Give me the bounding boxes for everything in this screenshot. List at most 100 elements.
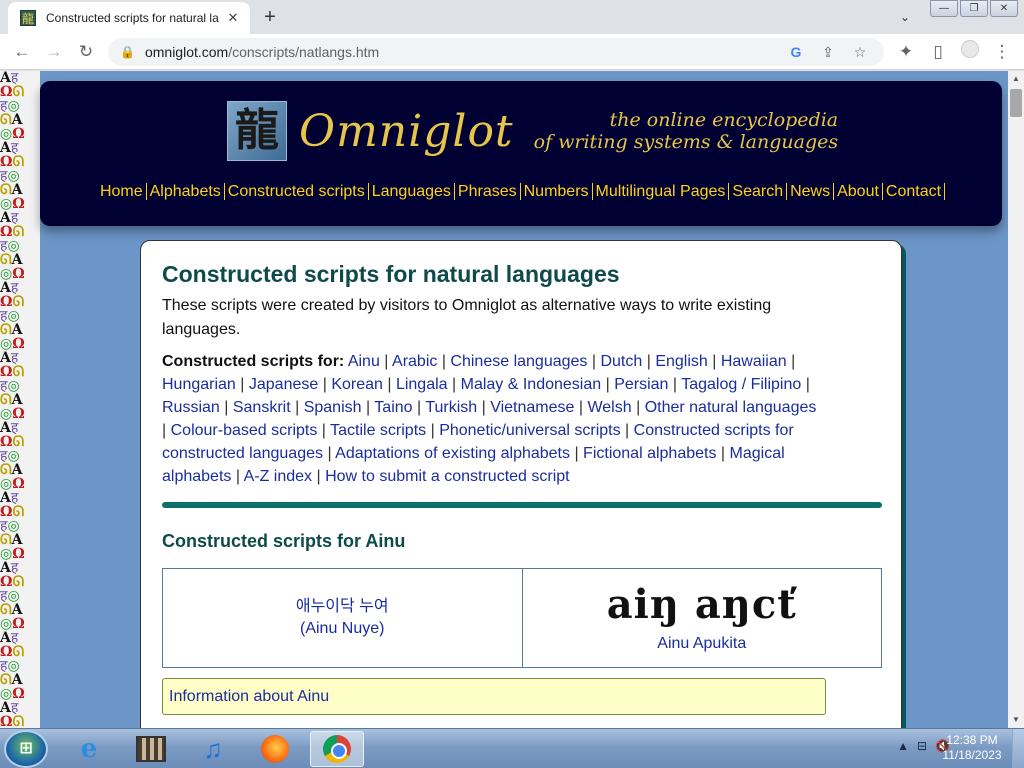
script-link-english[interactable]: English [655,353,707,370]
tab-title: Constructed scripts for natural la [46,11,219,25]
nav-link-constructed-scripts[interactable]: Constructed scripts [224,183,369,200]
script-category-links: Constructed scripts for: Ainu | Arabic |… [162,350,822,488]
nav-link-phrases[interactable]: Phrases [454,183,521,200]
script-link-persian[interactable]: Persian [614,376,668,393]
script-link-dutch[interactable]: Dutch [600,353,642,370]
script-link-sanskrit[interactable]: Sanskrit [233,399,291,416]
reload-icon[interactable]: ↻ [74,40,98,64]
script-name[interactable]: Ainu Apukita [657,633,746,655]
firefox-icon[interactable] [248,731,302,767]
profile-avatar[interactable] [958,40,982,64]
link-separator: | [631,399,645,416]
script-link-phonetic-universal-scripts[interactable]: Phonetic/universal scripts [439,422,620,439]
script-link-hawaiian[interactable]: Hawaiian [721,353,787,370]
lock-icon[interactable]: 🔒 [120,45,135,59]
script-cell-ainu-apukita[interactable]: aiŋ aŋcť Ainu Apukita [521,569,882,667]
bookmark-star-icon[interactable]: ☆ [844,44,876,61]
script-link-ainu[interactable]: Ainu [348,353,380,370]
vertical-scrollbar[interactable]: ▲ ▼ [1008,71,1024,728]
script-link-hungarian[interactable]: Hungarian [162,376,236,393]
script-link-lingala[interactable]: Lingala [396,376,448,393]
link-separator: | [447,376,461,393]
omniglot-favicon-icon: 龍 [20,10,36,26]
script-link-taino[interactable]: Taino [374,399,412,416]
scroll-down-arrow-icon[interactable]: ▼ [1008,712,1024,728]
browser-tab-active[interactable]: 龍 Constructed scripts for natural la ✕ [8,2,250,34]
script-link-malay-indonesian[interactable]: Malay & Indonesian [461,376,602,393]
link-separator: | [312,468,326,485]
script-link-korean[interactable]: Korean [331,376,383,393]
minimize-button[interactable]: — [930,0,958,17]
close-tab-icon[interactable]: ✕ [224,9,242,27]
new-tab-button[interactable]: + [258,5,282,29]
info-about-ainu-link[interactable]: Information about Ainu [162,678,826,715]
nav-link-contact[interactable]: Contact [882,183,946,200]
extensions-puzzle-icon[interactable]: ✦ [894,40,918,64]
media-center-icon[interactable] [124,731,178,767]
script-sample-image[interactable]: aiŋ aŋcť [607,581,797,629]
side-panel-icon[interactable]: ▯ [926,40,950,64]
dragon-logo-icon[interactable]: 龍 [227,101,287,161]
script-link-vietnamese[interactable]: Vietnamese [490,399,574,416]
script-link-chinese-languages[interactable]: Chinese languages [450,353,587,370]
script-link-tagalog-filipino[interactable]: Tagalog / Filipino [681,376,801,393]
script-link-welsh[interactable]: Welsh [587,399,631,416]
maximize-button[interactable]: ❐ [960,0,988,17]
menu-kebab-icon[interactable]: ⋮ [990,40,1014,64]
nav-link-news[interactable]: News [787,183,835,200]
address-bar[interactable]: 🔒 omniglot.com/conscripts/natlangs.htm G… [108,38,884,66]
script-link-spanish[interactable]: Spanish [304,399,362,416]
site-header: 龍 Omniglot the online encyclopedia of wr… [40,81,1002,226]
site-logo[interactable]: 龍 Omniglot the online encyclopedia of wr… [227,101,838,161]
nav-link-alphabets[interactable]: Alphabets [146,183,225,200]
link-separator: | [716,445,730,462]
nav-link-numbers[interactable]: Numbers [520,183,593,200]
start-button[interactable]: ⊞ [4,730,48,768]
share-icon[interactable]: ⇪ [812,44,844,61]
link-separator: | [601,376,615,393]
scripts-table: 애누이닥 누여 (Ainu Nuye) aiŋ aŋcť Ainu Apukit… [162,568,882,668]
script-link-a-z-index[interactable]: A-Z index [244,468,312,485]
nav-link-about[interactable]: About [834,183,883,200]
script-cell-ainu-nuye[interactable]: 애누이닥 누여 (Ainu Nuye) [163,569,522,667]
browser-toolbar: ← → ↻ 🔒 omniglot.com/conscripts/natlangs… [0,34,1024,70]
nav-link-search[interactable]: Search [729,183,788,200]
script-link-colour-based-scripts[interactable]: Colour-based scripts [171,422,318,439]
script-link-fictional-alphabets[interactable]: Fictional alphabets [583,445,716,462]
script-link-japanese[interactable]: Japanese [249,376,318,393]
link-separator: | [437,353,451,370]
show-desktop-button[interactable] [1012,729,1024,768]
forward-arrow-icon[interactable]: → [42,40,66,64]
google-translate-icon[interactable]: G [780,44,812,60]
script-korean-name[interactable]: 애누이닥 누여 [296,596,389,618]
section-divider [162,502,882,508]
script-link-arabic[interactable]: Arabic [392,353,437,370]
logo-wordmark[interactable]: Omniglot [299,106,514,157]
chrome-icon[interactable] [310,731,364,767]
script-link-tactile-scripts[interactable]: Tactile scripts [330,422,426,439]
link-separator: | [235,376,249,393]
itunes-icon[interactable]: ♫ [186,731,240,767]
script-link-how-to-submit-a-constructed-script[interactable]: How to submit a constructed script [325,468,570,485]
nav-link-multilingual-pages[interactable]: Multilingual Pages [592,183,730,200]
tab-search-chevron-icon[interactable]: ⌄ [894,7,916,27]
close-window-button[interactable]: ✕ [990,0,1018,17]
script-link-other-natural-languages[interactable]: Other natural languages [645,399,817,416]
script-link-turkish[interactable]: Turkish [425,399,477,416]
link-separator: | [317,422,331,439]
network-icon[interactable]: ⊟ [917,739,927,753]
main-navigation: Home Alphabets Constructed scripts Language… [40,183,1002,201]
system-clock[interactable]: 12:38 PM 11/18/2023 [940,733,1004,763]
back-arrow-icon[interactable]: ← [10,40,34,64]
script-name[interactable]: (Ainu Nuye) [300,618,384,640]
script-link-adaptations-of-existing-alphabets[interactable]: Adaptations of existing alphabets [335,445,570,462]
nav-link-languages[interactable]: Languages [368,183,455,200]
show-hidden-icons-arrow-icon[interactable]: ▲ [897,739,909,753]
url-text[interactable]: omniglot.com/conscripts/natlangs.htm [145,44,780,60]
nav-link-home[interactable]: Home [96,183,147,200]
script-link-russian[interactable]: Russian [162,399,220,416]
scrollbar-thumb[interactable] [1010,89,1022,117]
scroll-up-arrow-icon[interactable]: ▲ [1008,71,1024,87]
internet-explorer-icon[interactable]: e [62,731,116,767]
link-separator: | [801,376,810,393]
